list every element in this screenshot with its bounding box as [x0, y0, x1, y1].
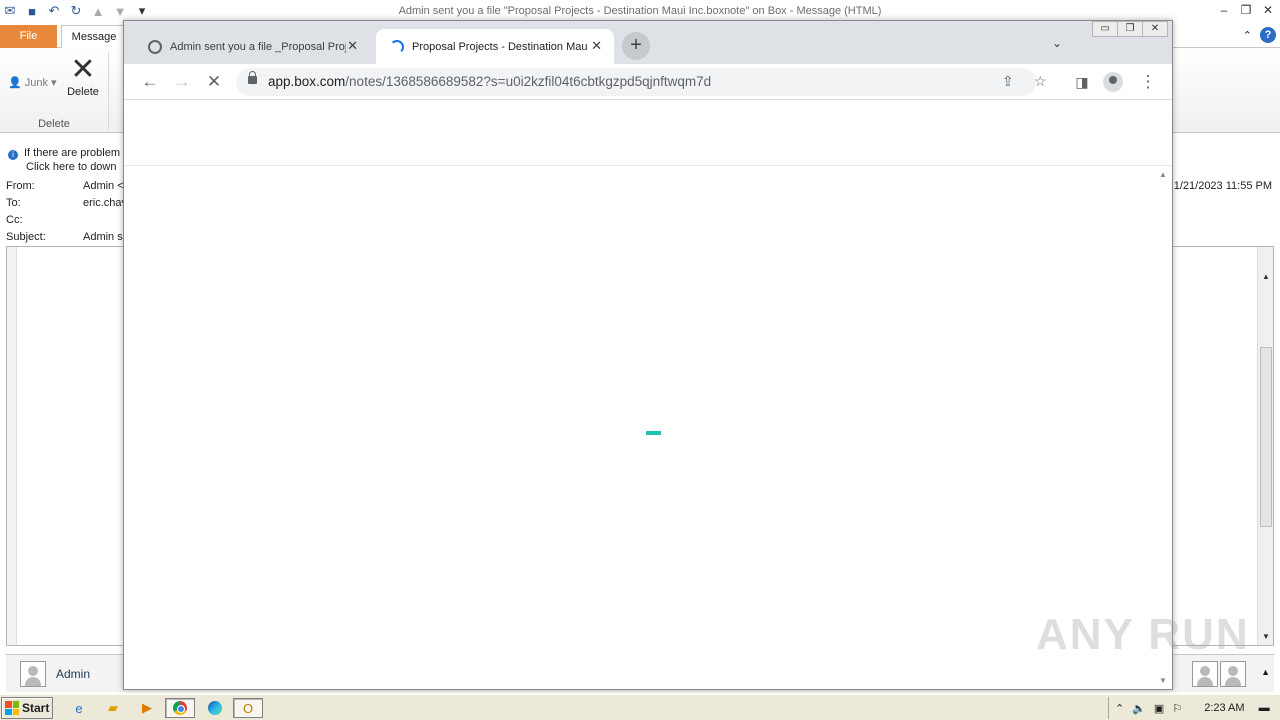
loading-spinner-icon — [390, 39, 404, 54]
back-icon[interactable]: ← — [136, 68, 164, 96]
new-tab-button[interactable]: + — [622, 32, 650, 60]
network-icon[interactable]: ▣ — [1154, 702, 1164, 715]
globe-icon — [148, 39, 162, 54]
action-center-flag-icon[interactable]: ⚐ — [1172, 702, 1182, 715]
tab-title: Admin sent you a file _Proposal Proje — [170, 40, 346, 53]
info-line-1: If there are problem — [24, 147, 120, 159]
avatar-small-2[interactable] — [1220, 661, 1246, 687]
outlook-icon[interactable]: O — [233, 698, 263, 718]
minimize-icon[interactable]: ▭ — [1092, 21, 1118, 37]
menu-kebab-icon[interactable]: ⋮ — [1134, 68, 1162, 96]
share-icon[interactable]: ⇪ — [1002, 73, 1014, 90]
junk-label: Junk — [24, 76, 48, 89]
help-icon[interactable]: ? — [1260, 27, 1276, 43]
message-date: 1/21/2023 11:55 PM — [1173, 180, 1272, 192]
forward-icon[interactable]: → — [168, 68, 196, 96]
chrome-icon[interactable] — [165, 698, 195, 718]
windows-logo-icon — [5, 701, 19, 715]
header-from: From: Admin < — [6, 180, 124, 192]
group-divider — [108, 52, 109, 130]
system-tray: ⌃ 🔈 ▣ ⚐ 2:23 AM ▬ — [1108, 697, 1280, 719]
scroll-thumb[interactable] — [1260, 347, 1272, 527]
tab-file[interactable]: File — [0, 25, 57, 48]
box-page-header — [124, 101, 1172, 166]
header-to: To: eric.chav — [6, 197, 128, 209]
outlook-window-controls: – ❐ ✕ — [1216, 2, 1276, 18]
header-cc: Cc: — [6, 214, 23, 226]
avatar-small-1[interactable] — [1192, 661, 1218, 687]
junk-icon: 👤 — [8, 77, 22, 89]
tab-strip: Admin sent you a file _Proposal Proje ✕ … — [124, 21, 1172, 64]
browser-toolbar: ← → ✕ app.box.com/notes/1368586689582?s=… — [124, 64, 1172, 100]
tab-search-icon[interactable]: ⌄ — [1052, 36, 1062, 50]
clock[interactable]: 2:23 AM — [1204, 702, 1244, 714]
tab-title: Proposal Projects - Destination Maui — [412, 40, 588, 53]
minimize-icon[interactable]: – — [1216, 2, 1232, 18]
avatar[interactable] — [20, 661, 46, 687]
scroll-down-icon[interactable]: ▼ — [1159, 676, 1167, 685]
close-tab-icon[interactable]: ✕ — [591, 38, 602, 54]
message-scrollbar[interactable]: ▲ ▼ — [1257, 247, 1273, 645]
anyrun-watermark: ANY RUN — [1036, 610, 1250, 659]
address-bar[interactable]: app.box.com/notes/1368586689582?s=u0i2kz… — [236, 68, 1047, 96]
tab-email-link[interactable]: Admin sent you a file _Proposal Proje ✕ — [134, 29, 370, 64]
expand-pane-icon[interactable]: ▲ — [1261, 667, 1270, 677]
delete-icon: ✕ — [70, 53, 96, 86]
tray-expand-icon[interactable]: ⌃ — [1115, 702, 1124, 715]
profile-avatar-icon[interactable] — [1103, 72, 1123, 92]
start-button[interactable]: Start — [1, 697, 53, 719]
folder-icon[interactable]: ▰ — [102, 698, 124, 718]
close-icon[interactable]: ✕ — [1260, 2, 1276, 18]
url-text[interactable]: app.box.com/notes/1368586689582?s=u0i2kz… — [268, 74, 711, 89]
lock-icon[interactable] — [248, 71, 257, 84]
header-subject: Subject: Admin s — [6, 231, 123, 243]
ie-icon[interactable]: e — [68, 698, 90, 718]
tab-box-note[interactable]: Proposal Projects - Destination Maui ✕ — [376, 29, 614, 64]
info-line-2: Click here to down — [26, 161, 117, 173]
scroll-up-icon[interactable]: ▲ — [1260, 271, 1272, 283]
bookmark-star-icon[interactable]: ☆ — [1034, 73, 1047, 90]
window-title: Admin sent you a file "Proposal Projects… — [398, 5, 882, 17]
start-label: Start — [22, 701, 50, 715]
info-icon: i — [8, 150, 18, 160]
page-loading-indicator — [646, 431, 661, 435]
ribbon-group-label: Delete — [38, 118, 70, 130]
body-left-margin — [7, 247, 17, 645]
page-viewport — [124, 166, 1154, 689]
side-panel-icon[interactable]: ◨ — [1068, 68, 1096, 96]
ribbon-right-controls: ⌃ ? — [1243, 27, 1276, 43]
restore-icon[interactable]: ❐ — [1238, 2, 1254, 18]
chrome-window-controls: ▭ ❐ ✕ — [1092, 21, 1168, 37]
close-tab-icon[interactable]: ✕ — [347, 38, 358, 54]
collapse-ribbon-icon[interactable]: ⌃ — [1243, 29, 1252, 42]
junk-button[interactable]: 👤 Junk ▾ — [8, 76, 57, 90]
taskbar: Start e ▰ ▶ O ⌃ 🔈 ▣ ⚐ 2:23 AM ▬ — [0, 694, 1280, 720]
chrome-window: Admin sent you a file _Proposal Proje ✕ … — [123, 20, 1173, 690]
stop-loading-icon[interactable]: ✕ — [200, 68, 228, 96]
person-name[interactable]: Admin — [56, 667, 90, 681]
scroll-up-icon[interactable]: ▲ — [1159, 170, 1167, 179]
delete-label: Delete — [67, 86, 99, 98]
close-icon[interactable]: ✕ — [1142, 21, 1168, 37]
restore-icon[interactable]: ❐ — [1117, 21, 1143, 37]
delete-button[interactable]: ✕ Delete — [62, 53, 104, 99]
tab-message[interactable]: Message — [61, 25, 127, 49]
chevron-down-icon: ▾ — [50, 77, 57, 89]
volume-icon[interactable]: 🔈 — [1132, 702, 1146, 715]
show-desktop-icon[interactable]: ▬ — [1259, 702, 1270, 714]
scroll-down-icon[interactable]: ▼ — [1260, 631, 1272, 643]
media-icon[interactable]: ▶ — [136, 698, 158, 718]
edge-icon[interactable] — [204, 698, 226, 718]
info-bar[interactable]: i If there are problem Click here to down — [8, 146, 120, 174]
